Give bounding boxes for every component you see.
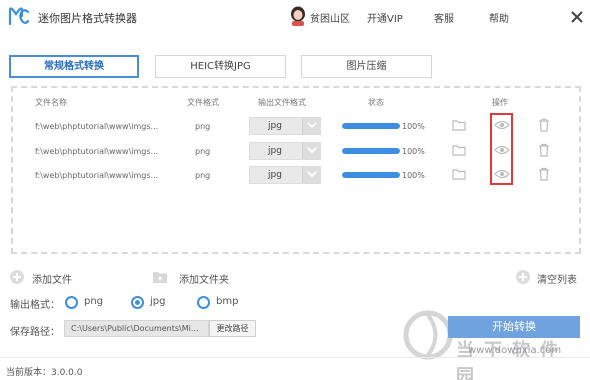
add-file-button[interactable]: 添加文件 (32, 271, 72, 286)
file-name-cell: f:\web\phptutorial\www\imgs... (35, 147, 159, 156)
output-format-select[interactable]: jpg (249, 142, 321, 160)
app-title: 迷你图片格式转换器 (38, 12, 137, 25)
help-link[interactable]: 帮助 (489, 10, 509, 25)
file-format-cell: png (195, 122, 211, 131)
folder-icon[interactable] (452, 119, 466, 131)
tab-regular-conversion[interactable]: 常规格式转换 (9, 55, 139, 78)
chevron-down-icon (302, 167, 320, 183)
folder-icon[interactable] (452, 144, 466, 156)
radio-jpg[interactable] (131, 296, 144, 309)
save-path-label: 保存路径： (10, 327, 60, 338)
file-format-cell: png (195, 147, 211, 156)
trash-icon[interactable] (538, 167, 550, 181)
trash-icon[interactable] (538, 143, 550, 157)
watermark-logo (403, 310, 453, 360)
open-vip-link[interactable]: 开通VIP (367, 10, 403, 25)
customer-service-link[interactable]: 客服 (434, 10, 454, 25)
output-format-label: 输出格式： (10, 300, 60, 311)
header-output-format: 输出文件格式 (258, 98, 306, 107)
highlight-box (490, 113, 513, 185)
header-file-name: 文件名称 (35, 98, 67, 107)
file-name-cell: f:\web\phptutorial\www\imgs... (35, 122, 159, 131)
progress-text: 100% (402, 171, 425, 180)
radio-png[interactable] (65, 296, 78, 309)
header-actions: 操作 (492, 98, 508, 107)
radio-bmp[interactable] (197, 296, 210, 309)
save-path-field[interactable]: C:\Users\Public\Documents\Mi... (64, 320, 209, 337)
add-folder-icon[interactable] (152, 270, 168, 284)
trash-icon[interactable] (538, 118, 550, 132)
start-conversion-button[interactable]: 开始转换 (448, 316, 580, 338)
chevron-down-icon (302, 143, 320, 159)
progress-bar (342, 148, 400, 154)
file-format-cell: png (195, 171, 211, 180)
add-folder-button[interactable]: 添加文件夹 (179, 271, 229, 286)
radio-png-label[interactable]: png (84, 296, 103, 307)
progress-text: 100% (402, 147, 425, 156)
folder-icon[interactable] (452, 168, 466, 180)
progress-text: 100% (402, 122, 425, 131)
user-name-link[interactable]: 贫困山区 (310, 10, 350, 25)
progress-fill (342, 123, 400, 129)
clear-list-icon[interactable] (516, 270, 530, 284)
output-format-select[interactable]: jpg (249, 166, 321, 184)
file-name-cell: f:\web\phptutorial\www\imgs... (35, 171, 159, 180)
chevron-down-icon (302, 118, 320, 134)
progress-fill (342, 172, 400, 178)
change-path-button[interactable]: 更改路径 (209, 320, 256, 337)
output-format-select[interactable]: jpg (249, 117, 321, 135)
avatar[interactable] (289, 6, 307, 26)
header-status: 状态 (368, 98, 384, 107)
radio-bmp-label[interactable]: bmp (216, 296, 238, 307)
version-text: 当前版本：3.0.0.0 (6, 368, 83, 378)
radio-jpg-label[interactable]: jpg (150, 296, 165, 307)
watermark-url: www.downxia.com (468, 345, 562, 356)
title-bar: 迷你图片格式转换器 贫困山区 开通VIP 客服 帮助 (0, 0, 590, 34)
mc-logo-icon (8, 7, 30, 26)
progress-bar (342, 123, 400, 129)
header-file-format: 文件格式 (187, 98, 219, 107)
tab-heic-to-jpg[interactable]: HEIC转换JPG (155, 55, 286, 78)
close-icon[interactable] (570, 10, 584, 24)
watermark-text: 当下软件园 (456, 340, 568, 380)
add-file-icon[interactable] (10, 270, 24, 284)
tab-image-compress[interactable]: 图片压缩 (301, 55, 432, 78)
progress-bar (342, 172, 400, 178)
divider (0, 357, 590, 358)
clear-list-button[interactable]: 清空列表 (537, 271, 577, 286)
progress-fill (342, 148, 400, 154)
